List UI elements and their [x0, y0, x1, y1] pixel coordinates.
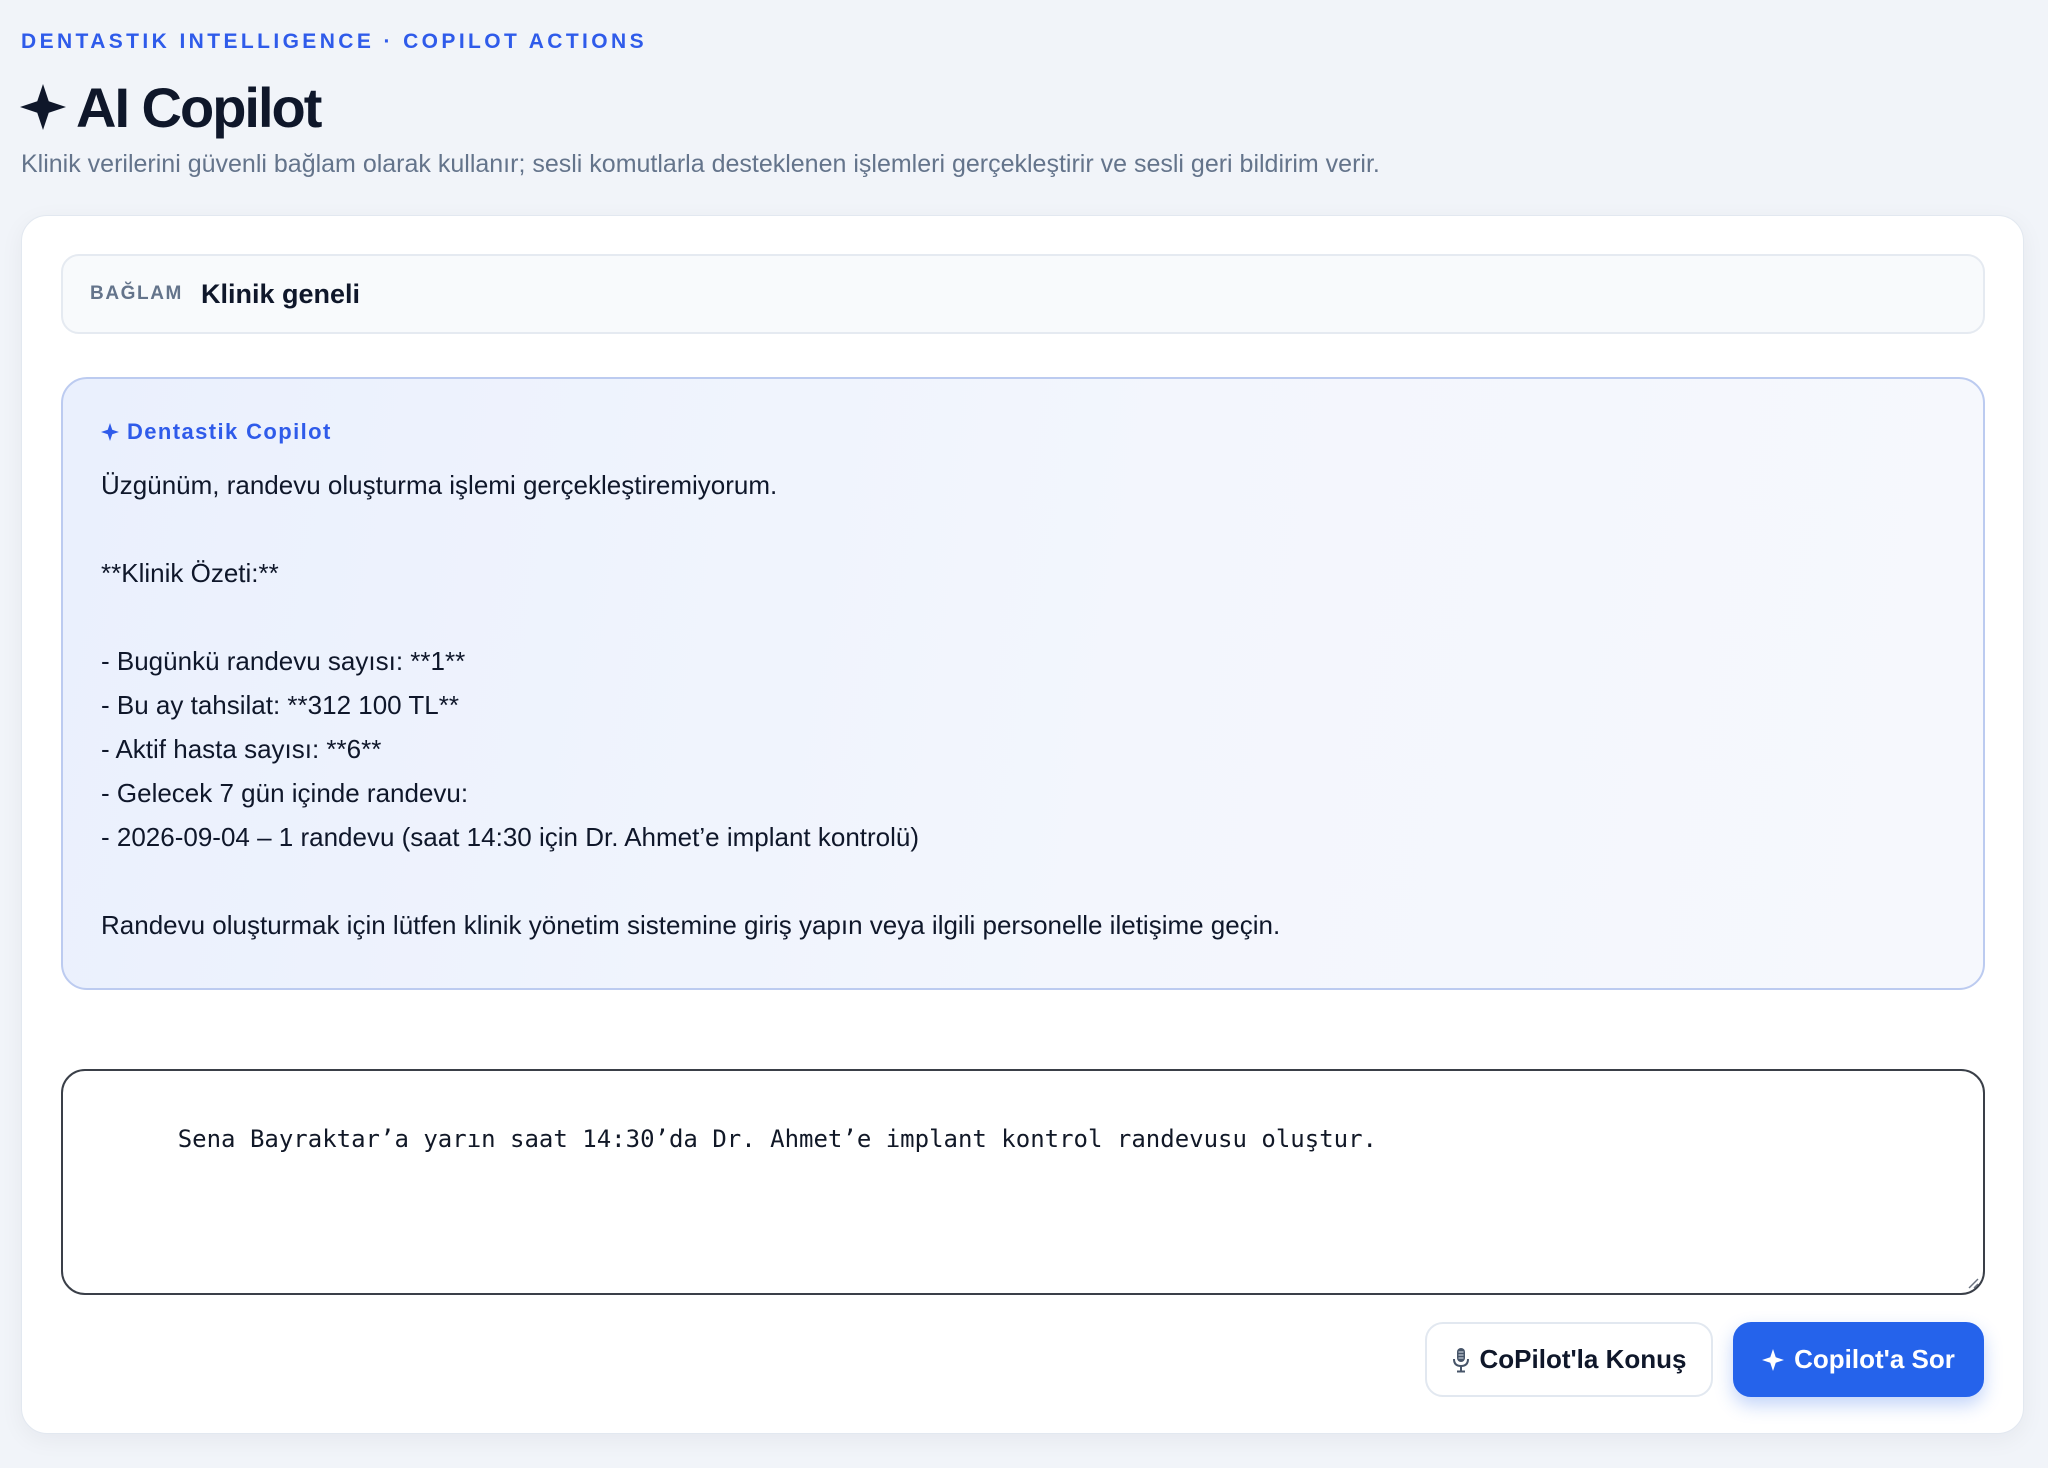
ask-copilot-button[interactable]: Copilot'a Sor — [1733, 1322, 1984, 1397]
prompt-text: Sena Bayraktar’a yarın saat 14:30’da Dr.… — [177, 1125, 1377, 1153]
context-label: BAĞLAM — [90, 283, 183, 304]
copilot-answer: Dentastik Copilot Üzgünüm, randevu oluşt… — [61, 377, 1985, 990]
sparkle-icon — [101, 423, 119, 441]
answer-sender: Dentastik Copilot — [101, 417, 1945, 447]
microphone-icon — [1452, 1347, 1469, 1372]
resize-grip-icon[interactable] — [1965, 1275, 1979, 1289]
context-bar: BAĞLAM Klinik geneli — [61, 254, 1985, 334]
answer-line: Üzgünüm, randevu oluşturma işlemi gerçek… — [101, 470, 778, 500]
answer-line — [101, 507, 1945, 551]
ask-button-label: Copilot'a Sor — [1794, 1344, 1955, 1374]
talk-to-copilot-button[interactable]: CoPilot'la Konuş — [1425, 1322, 1713, 1397]
answer-line: - Aktif hasta sayısı: **6** — [101, 734, 382, 764]
copilot-card: BAĞLAM Klinik geneli Dentastik Copilot Ü… — [21, 215, 2024, 1434]
sparkle-icon — [1762, 1348, 1785, 1371]
answer-line: **Klinik Özeti:** — [101, 558, 279, 588]
answer-line: - Bu ay tahsilat: **312 100 TL** — [101, 690, 459, 720]
page-title-row: AI Copilot — [20, 72, 322, 142]
answer-sender-name: Dentastik Copilot — [127, 419, 332, 444]
answer-line — [101, 859, 1945, 903]
eyebrow-label: DENTASTIK INTELLIGENCE · COPILOT ACTIONS — [21, 30, 647, 53]
sparkle-icon — [20, 84, 66, 130]
page-title: AI Copilot — [76, 75, 322, 139]
answer-line: Randevu oluşturmak için lütfen klinik yö… — [101, 910, 1281, 940]
answer-line — [101, 595, 1945, 639]
answer-body: Üzgünüm, randevu oluşturma işlemi gerçek… — [101, 463, 1945, 947]
page-subtitle: Klinik verilerini güvenli bağlam olarak … — [21, 150, 1380, 178]
answer-line: - Bugünkü randevu sayısı: **1** — [101, 646, 466, 676]
context-value: Klinik geneli — [200, 278, 361, 309]
talk-button-label: CoPilot'la Konuş — [1479, 1344, 1687, 1374]
answer-line: - 2026-09-04 – 1 randevu (saat 14:30 içi… — [101, 822, 920, 852]
action-bar: CoPilot'la Konuş Copilot'a Sor — [1425, 1322, 1984, 1397]
answer-line: - Gelecek 7 gün içinde randevu: — [101, 778, 469, 808]
prompt-input[interactable]: Sena Bayraktar’a yarın saat 14:30’da Dr.… — [61, 1069, 1985, 1295]
copilot-page: DENTASTIK INTELLIGENCE · COPILOT ACTIONS… — [0, 0, 2048, 1468]
